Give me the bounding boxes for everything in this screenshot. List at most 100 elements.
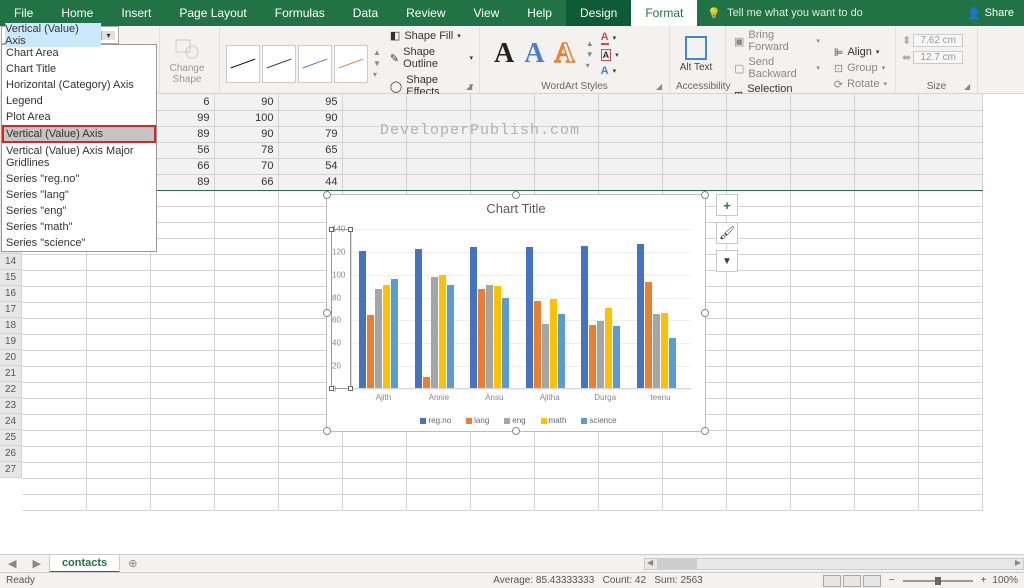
align-button[interactable]: ⊫Align▾	[832, 45, 889, 60]
cell[interactable]: 6	[150, 94, 214, 110]
chevron-down-icon[interactable]: ▾	[101, 31, 115, 40]
alt-text-button[interactable]: Alt Text	[676, 36, 716, 73]
bar[interactable]	[669, 338, 676, 388]
gallery-more-icon[interactable]: ▾	[373, 70, 381, 79]
tab-nav-prev-icon[interactable]: ◀	[0, 557, 24, 570]
bar[interactable]	[478, 289, 485, 388]
shape-outline-button[interactable]: ✎Shape Outline▾	[390, 45, 473, 71]
shape-fill-button[interactable]: ◧Shape Fill▾	[390, 28, 473, 43]
row-header[interactable]: 20	[0, 350, 22, 366]
row-header[interactable]: 21	[0, 366, 22, 382]
chart-object[interactable]: Chart Title 020406080100120140AjithAnnie…	[326, 194, 706, 432]
value-axis-selection[interactable]	[331, 229, 351, 389]
menu-tab-insert[interactable]: Insert	[107, 0, 165, 26]
zoom-slider[interactable]	[903, 580, 973, 582]
bar[interactable]	[589, 325, 596, 388]
bar[interactable]	[558, 314, 565, 388]
wordart-more-icon[interactable]: ▾	[586, 61, 594, 70]
bar[interactable]	[653, 314, 660, 388]
bar[interactable]	[470, 247, 477, 388]
text-fill-button[interactable]: A▾	[601, 30, 619, 46]
row-header[interactable]: 19	[0, 334, 22, 350]
bar[interactable]	[613, 326, 620, 388]
chart-styles-button[interactable]: 🖌	[716, 222, 738, 244]
dialog-launcher-icon[interactable]: ◢	[466, 82, 476, 92]
dropdown-item[interactable]: Chart Area	[2, 45, 156, 61]
wordart-down-icon[interactable]: ▼	[586, 50, 594, 59]
horizontal-scrollbar[interactable]: ◀ ▶	[644, 558, 1024, 570]
bar[interactable]	[526, 247, 533, 388]
bar[interactable]	[581, 246, 588, 388]
chart-title[interactable]: Chart Title	[327, 201, 705, 216]
cell[interactable]: 44	[278, 174, 342, 190]
bar[interactable]	[359, 251, 366, 388]
dropdown-item[interactable]: Series "reg.no"	[2, 171, 156, 187]
dropdown-item[interactable]: Vertical (Value) Axis Major Gridlines	[2, 143, 156, 171]
group-button[interactable]: ⊡Group▾	[832, 61, 889, 76]
bar[interactable]	[534, 301, 541, 388]
row-header[interactable]: 27	[0, 462, 22, 478]
cell[interactable]: 99	[150, 110, 214, 126]
height-input[interactable]	[913, 34, 963, 47]
bar[interactable]	[645, 282, 652, 388]
legend-item[interactable]: reg.no	[415, 416, 451, 425]
dropdown-item[interactable]: Plot Area	[2, 109, 156, 125]
row-header[interactable]: 14	[0, 254, 22, 270]
cell[interactable]: 95	[278, 94, 342, 110]
row-header[interactable]: 17	[0, 302, 22, 318]
cell[interactable]: 66	[150, 158, 214, 174]
bar[interactable]	[447, 285, 454, 388]
view-buttons[interactable]	[823, 575, 881, 587]
name-box[interactable]: Vertical (Value) Axis ▾	[1, 26, 119, 44]
cell[interactable]: 54	[278, 158, 342, 174]
row-header[interactable]: 16	[0, 286, 22, 302]
menu-tab-page-layout[interactable]: Page Layout	[165, 0, 260, 26]
text-outline-button[interactable]: A▾	[601, 48, 619, 62]
row-header[interactable]: 26	[0, 446, 22, 462]
bar[interactable]	[597, 321, 604, 388]
menu-tab-data[interactable]: Data	[339, 0, 392, 26]
row-header[interactable]: 25	[0, 430, 22, 446]
bar[interactable]	[431, 277, 438, 388]
menu-tab-formulas[interactable]: Formulas	[261, 0, 339, 26]
bar[interactable]	[423, 377, 430, 388]
chart-legend[interactable]: reg.nolangengmathscience	[327, 416, 705, 425]
share-button[interactable]: 👤 Share	[967, 7, 1014, 20]
zoom-level[interactable]: 100%	[992, 575, 1018, 586]
bar[interactable]	[367, 315, 374, 388]
gallery-up-icon[interactable]: ▲	[373, 48, 381, 57]
chart-filters-button[interactable]: ▼	[716, 250, 738, 272]
zoom-in-icon[interactable]: +	[981, 575, 987, 586]
dropdown-item[interactable]: Horizontal (Category) Axis	[2, 77, 156, 93]
menu-tab-review[interactable]: Review	[392, 0, 459, 26]
wordart-up-icon[interactable]: ▲	[586, 39, 594, 48]
legend-item[interactable]: lang	[461, 416, 489, 425]
cell[interactable]: 78	[214, 142, 278, 158]
cell[interactable]: 89	[150, 126, 214, 142]
bar[interactable]	[605, 308, 612, 388]
bar[interactable]	[415, 249, 422, 388]
cell[interactable]: 66	[214, 174, 278, 190]
row-header[interactable]: 24	[0, 414, 22, 430]
chart-elements-button[interactable]: +	[716, 194, 738, 216]
bar[interactable]	[494, 286, 501, 388]
cell[interactable]: 79	[278, 126, 342, 142]
gallery-down-icon[interactable]: ▼	[373, 59, 381, 68]
menu-tab-design[interactable]: Design	[566, 0, 631, 26]
cell[interactable]: 89	[150, 174, 214, 190]
cell[interactable]: 90	[278, 110, 342, 126]
cell[interactable]: 70	[214, 158, 278, 174]
chart-elements-dropdown[interactable]: Chart AreaChart TitleHorizontal (Categor…	[1, 44, 157, 252]
dropdown-item[interactable]: Vertical (Value) Axis	[2, 125, 156, 143]
bar[interactable]	[391, 279, 398, 388]
sheet-tab-active[interactable]: contacts	[49, 554, 120, 573]
row-header[interactable]: 23	[0, 398, 22, 414]
bring-forward-button[interactable]: ▣Bring Forward▾	[732, 28, 822, 54]
tab-nav-next-icon[interactable]: ▶	[24, 557, 48, 570]
dialog-launcher-icon[interactable]: ◢	[656, 82, 666, 92]
add-sheet-button[interactable]: ⊕	[120, 557, 145, 570]
bar[interactable]	[637, 244, 644, 388]
cell[interactable]: 100	[214, 110, 278, 126]
bar[interactable]	[439, 275, 446, 388]
dialog-launcher-icon[interactable]: ◢	[964, 82, 974, 92]
